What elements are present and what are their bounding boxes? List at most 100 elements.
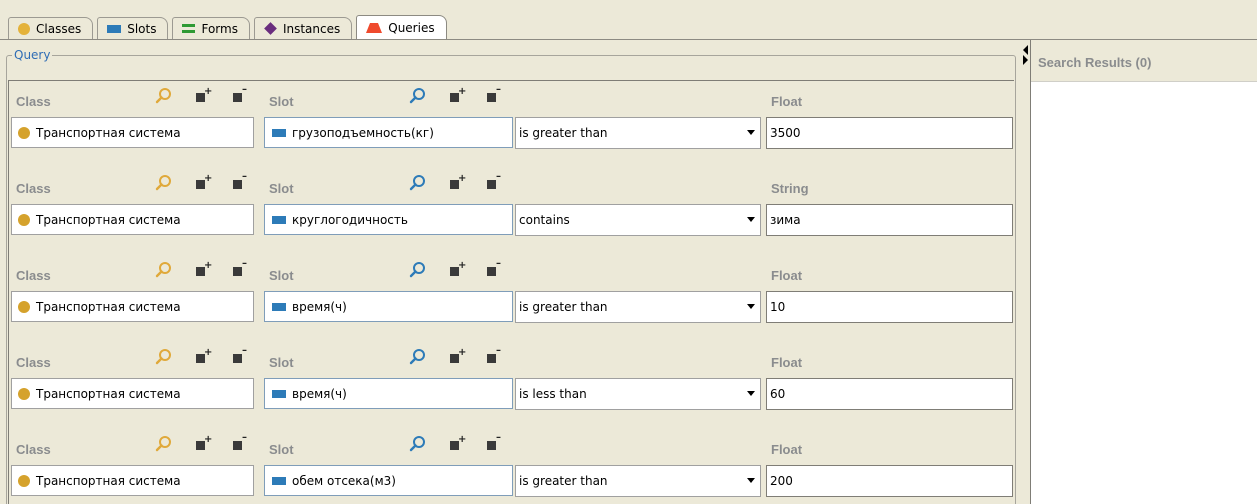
slot-field[interactable]: грузоподъемность(кг)	[264, 117, 513, 148]
query-row: Class + – Slot + – Float Транспортная си…	[9, 342, 1015, 430]
add-class-button[interactable]: +	[192, 348, 212, 366]
split-pane-divider[interactable]	[1020, 40, 1029, 504]
tab-queries[interactable]: Queries	[356, 15, 447, 39]
find-class-icon[interactable]	[155, 87, 173, 105]
chevron-down-icon[interactable]	[747, 478, 755, 483]
slot-field[interactable]: время(ч)	[264, 291, 513, 322]
slot-icon	[272, 215, 286, 224]
class-field[interactable]: Транспортная система	[11, 378, 254, 409]
tab-slots[interactable]: Slots	[97, 17, 169, 39]
operator-value: is greater than	[519, 474, 608, 488]
slot-value: круглогодичность	[292, 212, 408, 227]
chevron-down-icon[interactable]	[747, 304, 755, 309]
operator-select[interactable]: is greater than	[515, 291, 761, 323]
class-label: Class	[16, 268, 51, 283]
query-row: Class + – Slot + – Float Транспортная си…	[9, 255, 1015, 343]
query-icon	[366, 22, 383, 33]
add-slot-button[interactable]: +	[446, 261, 466, 279]
collapse-left-icon[interactable]	[1023, 45, 1028, 55]
class-field[interactable]: Транспортная система	[11, 465, 254, 496]
remove-slot-button[interactable]: –	[483, 433, 501, 453]
chevron-down-icon[interactable]	[747, 217, 755, 222]
add-class-button[interactable]: +	[192, 261, 212, 279]
remove-slot-button[interactable]: –	[483, 172, 501, 192]
remove-class-button[interactable]: –	[229, 172, 247, 192]
value-input[interactable]: 10	[766, 291, 1013, 323]
find-slot-icon[interactable]	[409, 174, 427, 192]
operator-select[interactable]: is greater than	[515, 117, 761, 149]
find-class-icon[interactable]	[155, 348, 173, 366]
add-slot-button[interactable]: +	[446, 87, 466, 105]
slot-value: время(ч)	[292, 386, 347, 401]
remove-slot-button[interactable]: –	[483, 346, 501, 366]
add-slot-button[interactable]: +	[446, 174, 466, 192]
value-type-label: String	[771, 181, 809, 196]
search-results-panel: Search Results (0)	[1030, 40, 1257, 504]
class-icon	[18, 474, 30, 487]
query-rows: Class + – Slot + – Float Транспортная си…	[8, 80, 1014, 504]
add-class-button[interactable]: +	[192, 87, 212, 105]
operator-select[interactable]: contains	[515, 204, 761, 236]
chevron-down-icon[interactable]	[747, 130, 755, 135]
add-class-button[interactable]: +	[192, 435, 212, 453]
remove-class-button[interactable]: –	[229, 259, 247, 279]
slot-field[interactable]: время(ч)	[264, 378, 513, 409]
remove-square-icon	[233, 93, 242, 102]
slot-label: Slot	[269, 181, 294, 196]
slot-value: обем отсека(м3)	[292, 473, 396, 488]
remove-square-icon	[487, 441, 496, 450]
value-input[interactable]: 200	[766, 465, 1013, 497]
find-class-icon[interactable]	[155, 435, 173, 453]
remove-class-button[interactable]: –	[229, 85, 247, 105]
remove-slot-button[interactable]: –	[483, 85, 501, 105]
operator-select[interactable]: is greater than	[515, 465, 761, 497]
form-icon	[182, 24, 196, 33]
tab-instances[interactable]: Instances	[253, 17, 353, 39]
class-value: Транспортная система	[36, 212, 181, 227]
query-row: Class + – Slot + – Float Транспортная си…	[9, 429, 1015, 504]
slot-label: Slot	[269, 442, 294, 457]
find-slot-icon[interactable]	[409, 348, 427, 366]
value-input[interactable]: зима	[766, 204, 1013, 236]
remove-square-icon	[233, 441, 242, 450]
add-slot-button[interactable]: +	[446, 435, 466, 453]
remove-square-icon	[233, 267, 242, 276]
expand-right-icon[interactable]	[1023, 55, 1028, 65]
value-input[interactable]: 60	[766, 378, 1013, 410]
add-class-button[interactable]: +	[192, 174, 212, 192]
remove-square-icon	[233, 180, 242, 189]
slot-field[interactable]: круглогодичность	[264, 204, 513, 235]
chevron-down-icon[interactable]	[747, 391, 755, 396]
tab-label: Forms	[201, 21, 238, 36]
remove-square-icon	[487, 93, 496, 102]
find-class-icon[interactable]	[155, 174, 173, 192]
tab-classes[interactable]: Classes	[8, 17, 94, 39]
value-text: 200	[770, 474, 793, 488]
class-label: Class	[16, 181, 51, 196]
value-text: 3500	[770, 126, 801, 140]
operator-select[interactable]: is less than	[515, 378, 761, 410]
class-field[interactable]: Транспортная система	[11, 204, 254, 235]
find-slot-icon[interactable]	[409, 435, 427, 453]
class-field[interactable]: Транспортная система	[11, 117, 254, 148]
remove-class-button[interactable]: –	[229, 433, 247, 453]
remove-class-button[interactable]: –	[229, 346, 247, 366]
class-field[interactable]: Транспортная система	[11, 291, 254, 322]
class-value: Транспортная система	[36, 299, 181, 314]
query-row: Class + – Slot + – Float Транспортная си…	[9, 81, 1015, 169]
instance-icon	[264, 22, 277, 35]
add-slot-button[interactable]: +	[446, 348, 466, 366]
find-slot-icon[interactable]	[409, 87, 427, 105]
remove-square-icon	[487, 354, 496, 363]
slot-icon	[272, 476, 286, 485]
operator-value: is less than	[519, 387, 587, 401]
value-input[interactable]: 3500	[766, 117, 1013, 149]
find-class-icon[interactable]	[155, 261, 173, 279]
slot-field[interactable]: обем отсека(м3)	[264, 465, 513, 496]
slot-icon	[107, 24, 122, 33]
remove-slot-button[interactable]: –	[483, 259, 501, 279]
find-slot-icon[interactable]	[409, 261, 427, 279]
query-panel: Query Class + – Slot + – Float Транспорт…	[0, 40, 1020, 504]
tab-forms[interactable]: Forms	[172, 17, 250, 39]
tab-label: Slots	[127, 21, 157, 36]
